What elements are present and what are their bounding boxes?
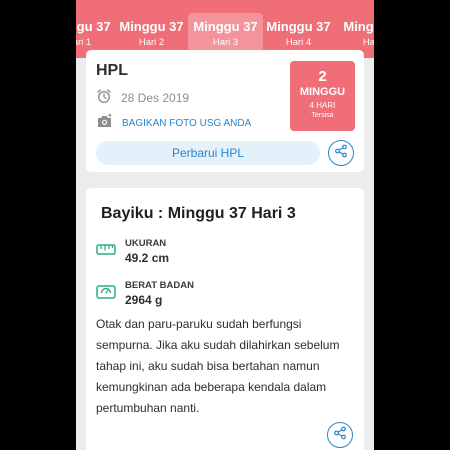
size-label: UKURAN — [125, 238, 167, 249]
weight-value: 2964 g — [125, 293, 163, 307]
tab-title: Minggu 37 — [76, 19, 111, 34]
size-value: 49.2 cm — [125, 251, 170, 265]
tab-sub: Hari 2 — [138, 37, 165, 48]
due-date-row: 28 Des 2019 — [96, 88, 189, 108]
ruler-icon — [96, 243, 116, 261]
countdown-badge: 2 MINGGU 4 HARI Tersisa — [290, 61, 355, 131]
weight-label: BERAT BADAN — [125, 280, 194, 291]
tab-title: Minggu 37 — [343, 19, 374, 34]
hpl-card: HPL 28 Des 2019 BAGIKAN FOTO USG ANDA 2 … — [86, 50, 364, 172]
tab-title: Minggu 37 — [193, 19, 258, 34]
tab-sub: Hari 1 — [76, 37, 92, 48]
countdown-unit: MINGGU — [299, 86, 346, 98]
countdown-number: 2 — [318, 68, 327, 85]
update-hpl-button[interactable]: Perbarui HPL — [96, 141, 320, 165]
tab-hari-5[interactable]: Minggu 37 Hari 5 — [338, 13, 374, 53]
tab-sub: Hari 3 — [212, 37, 239, 48]
baby-title: Bayiku : Minggu 37 Hari 3 — [101, 205, 296, 222]
share-hpl-button[interactable] — [328, 140, 354, 166]
app-screen: Minggu 37 Hari 1 Minggu 37 Hari 2 Minggu… — [76, 0, 374, 450]
alarm-clock-icon — [96, 88, 112, 109]
tab-hari-2[interactable]: Minggu 37 Hari 2 — [114, 13, 189, 53]
tab-hari-1[interactable]: Minggu 37 Hari 1 — [76, 13, 116, 53]
hpl-title: HPL — [96, 62, 128, 79]
tab-title: Minggu 37 — [266, 19, 331, 34]
share-icon — [333, 426, 347, 445]
share-usg-link[interactable]: BAGIKAN FOTO USG ANDA — [96, 113, 251, 133]
countdown-days: 4 HARI — [309, 101, 336, 110]
tab-hari-3[interactable]: Minggu 37 Hari 3 — [188, 13, 263, 53]
countdown-remaining: Tersisa — [311, 112, 334, 119]
tab-title: Minggu 37 — [119, 19, 184, 34]
due-date: 28 Des 2019 — [121, 91, 190, 105]
tab-sub: Hari 4 — [285, 37, 312, 48]
tab-sub: Hari 5 — [362, 37, 374, 48]
share-usg-label: BAGIKAN FOTO USG ANDA — [122, 117, 252, 129]
tab-hari-4[interactable]: Minggu 37 Hari 4 — [261, 13, 336, 53]
share-icon — [334, 144, 348, 163]
scale-icon — [96, 285, 116, 304]
baby-card: Bayiku : Minggu 37 Hari 3 UKURAN 49.2 cm… — [86, 188, 364, 450]
camera-icon — [96, 113, 113, 134]
development-description: Otak dan paru-paruku sudah berfungsi sem… — [96, 317, 340, 415]
share-baby-button[interactable] — [327, 422, 353, 448]
